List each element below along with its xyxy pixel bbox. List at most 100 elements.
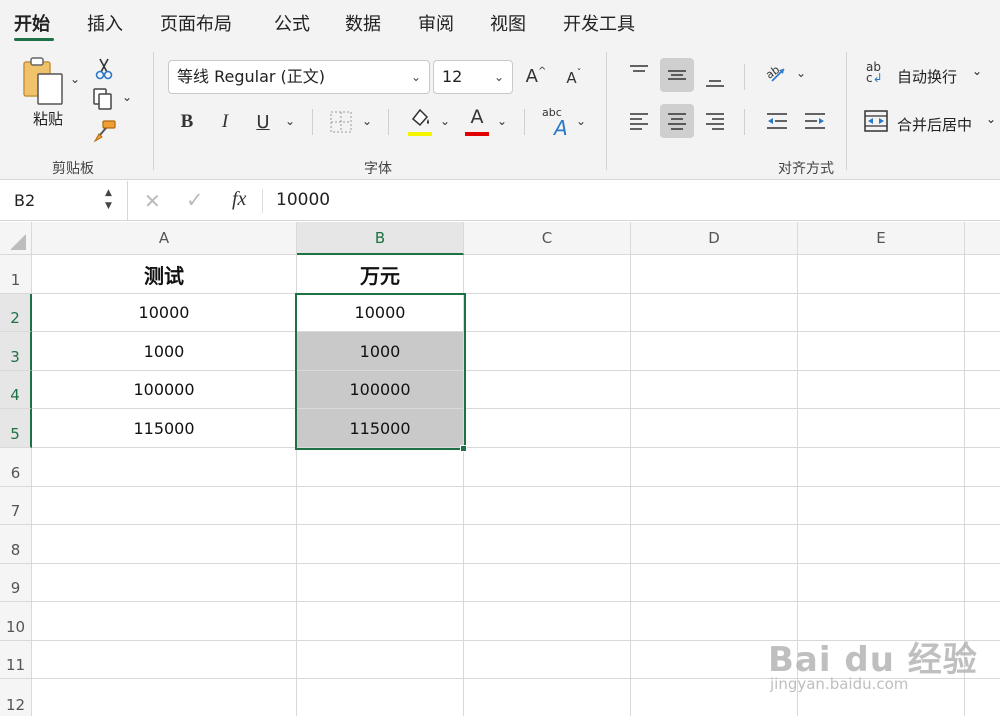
row-header-12[interactable]: 12 xyxy=(0,679,32,716)
row-header-8[interactable]: 8 xyxy=(0,525,32,564)
empty-cell[interactable] xyxy=(631,255,798,294)
empty-cell[interactable] xyxy=(297,564,464,602)
text-effects-icon[interactable]: abc A xyxy=(540,104,572,140)
copy-icon[interactable] xyxy=(90,86,116,112)
copy-chevron-down-icon[interactable]: ⌄ xyxy=(122,90,132,104)
fill-color-icon[interactable] xyxy=(406,104,434,136)
cell-a5[interactable]: 115000 xyxy=(32,409,297,448)
empty-cell[interactable] xyxy=(464,525,631,564)
tab-insert[interactable]: 插入 xyxy=(87,10,123,36)
cell-b2[interactable]: 10000 xyxy=(297,294,464,332)
empty-cell[interactable] xyxy=(965,448,1000,487)
paste-button[interactable] xyxy=(22,56,74,116)
formula-input[interactable]: 10000 xyxy=(276,190,330,210)
tab-formulas[interactable]: 公式 xyxy=(274,10,310,36)
align-bottom-icon[interactable] xyxy=(700,64,730,94)
empty-cell[interactable] xyxy=(297,448,464,487)
empty-cell[interactable] xyxy=(297,679,464,716)
cancel-icon[interactable]: ✕ xyxy=(144,189,161,213)
row-header-10[interactable]: 10 xyxy=(0,602,32,641)
empty-cell[interactable] xyxy=(798,255,965,294)
italic-button[interactable]: I xyxy=(212,108,238,136)
borders-icon[interactable] xyxy=(328,108,354,136)
format-painter-icon[interactable] xyxy=(92,118,118,144)
tab-data[interactable]: 数据 xyxy=(345,10,381,36)
shrink-font-icon[interactable]: Aˇ xyxy=(560,64,588,92)
wrap-text-button[interactable]: ab c↲ 自动换行 ⌄ xyxy=(864,60,998,90)
empty-cell[interactable] xyxy=(32,602,297,641)
paste-chevron-down-icon[interactable]: ⌄ xyxy=(70,72,80,86)
font-size-select[interactable]: 12 ⌄ xyxy=(433,60,513,94)
select-all-corner[interactable] xyxy=(0,222,32,255)
cell-b4[interactable]: 100000 xyxy=(297,371,464,409)
empty-cell[interactable] xyxy=(631,487,798,525)
confirm-icon[interactable]: ✓ xyxy=(186,188,204,212)
cell-a3[interactable]: 1000 xyxy=(32,332,297,371)
empty-cell[interactable] xyxy=(631,409,798,448)
column-header-d[interactable]: D xyxy=(631,222,798,255)
empty-cell[interactable] xyxy=(464,564,631,602)
fill-color-chevron-down-icon[interactable]: ⌄ xyxy=(440,114,450,128)
empty-cell[interactable] xyxy=(464,294,631,332)
empty-cell[interactable] xyxy=(798,409,965,448)
empty-cell[interactable] xyxy=(798,448,965,487)
empty-cell[interactable] xyxy=(631,448,798,487)
empty-cell[interactable] xyxy=(297,487,464,525)
tab-home[interactable]: 开始 xyxy=(14,10,50,36)
cell-a4[interactable]: 100000 xyxy=(32,371,297,409)
empty-cell[interactable] xyxy=(464,371,631,409)
empty-cell[interactable] xyxy=(965,294,1000,332)
empty-cell[interactable] xyxy=(965,409,1000,448)
fill-handle[interactable] xyxy=(460,445,467,452)
column-header-c[interactable]: C xyxy=(464,222,631,255)
empty-cell[interactable] xyxy=(464,602,631,641)
font-color-icon[interactable]: A xyxy=(464,104,490,136)
empty-cell[interactable] xyxy=(965,371,1000,409)
name-box[interactable]: B2 ▲ ▼ xyxy=(0,181,128,221)
orientation-icon[interactable]: ab xyxy=(760,58,790,88)
increase-indent-icon[interactable] xyxy=(800,106,830,136)
empty-cell[interactable] xyxy=(798,525,965,564)
merge-center-button[interactable]: 合并后居中 ⌄ xyxy=(864,106,998,136)
empty-cell[interactable] xyxy=(464,255,631,294)
cell-a2[interactable]: 10000 xyxy=(32,294,297,332)
empty-cell[interactable] xyxy=(965,525,1000,564)
empty-cell[interactable] xyxy=(464,332,631,371)
bold-button[interactable]: B xyxy=(174,108,200,136)
cell-b5[interactable]: 115000 xyxy=(297,409,464,448)
cell-a1[interactable]: 测试 xyxy=(32,255,297,294)
empty-cell[interactable] xyxy=(631,294,798,332)
empty-cell[interactable] xyxy=(798,294,965,332)
column-header-a[interactable]: A xyxy=(32,222,297,255)
empty-cell[interactable] xyxy=(32,564,297,602)
align-left-icon[interactable] xyxy=(624,106,654,136)
name-box-stepper-icon[interactable]: ▲ ▼ xyxy=(105,187,112,213)
align-middle-icon[interactable] xyxy=(660,58,694,92)
grow-font-icon[interactable]: A ^ xyxy=(522,62,550,90)
cell-b1[interactable]: 万元 xyxy=(297,255,464,294)
column-header-f[interactable] xyxy=(965,222,1000,255)
font-color-chevron-down-icon[interactable]: ⌄ xyxy=(497,114,507,128)
orientation-chevron-down-icon[interactable]: ⌄ xyxy=(796,66,806,80)
cell-b3[interactable]: 1000 xyxy=(297,332,464,371)
row-header-1[interactable]: 1 xyxy=(0,255,32,294)
empty-cell[interactable] xyxy=(297,525,464,564)
empty-cell[interactable] xyxy=(965,487,1000,525)
empty-cell[interactable] xyxy=(32,448,297,487)
tab-page-layout[interactable]: 页面布局 xyxy=(160,10,232,36)
empty-cell[interactable] xyxy=(32,679,297,716)
empty-cell[interactable] xyxy=(798,332,965,371)
empty-cell[interactable] xyxy=(464,641,631,679)
row-header-6[interactable]: 6 xyxy=(0,448,32,487)
borders-chevron-down-icon[interactable]: ⌄ xyxy=(362,114,372,128)
row-header-5[interactable]: 5 xyxy=(0,409,32,448)
empty-cell[interactable] xyxy=(631,525,798,564)
tab-developer[interactable]: 开发工具 xyxy=(563,10,635,36)
align-right-icon[interactable] xyxy=(700,106,730,136)
tab-view[interactable]: 视图 xyxy=(490,10,526,36)
empty-cell[interactable] xyxy=(297,641,464,679)
empty-cell[interactable] xyxy=(464,679,631,716)
row-header-9[interactable]: 9 xyxy=(0,564,32,602)
empty-cell[interactable] xyxy=(965,332,1000,371)
cut-icon[interactable] xyxy=(92,56,116,82)
